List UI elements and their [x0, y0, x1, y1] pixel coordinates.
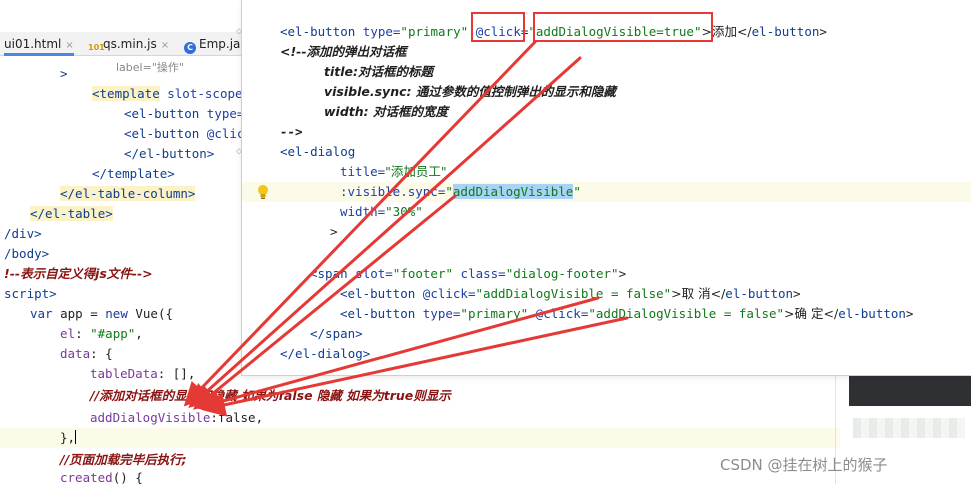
- code-line: width="30%": [340, 204, 423, 219]
- watermark: CSDN @挂在树上的猴子: [720, 456, 888, 474]
- tab-qs-min-js[interactable]: 101qs.min.js ×: [88, 32, 169, 56]
- code-line: tableData: [],: [90, 366, 196, 381]
- red-highlight-box-value: [533, 12, 713, 42]
- code-line: <el-button type=: [124, 106, 245, 121]
- js-file-icon: 101: [88, 43, 105, 52]
- code-line: label="操作": [116, 61, 184, 74]
- code-line: title:对话框的标题: [324, 64, 433, 79]
- code-line: :visible.sync="addDialogVisible": [340, 184, 581, 199]
- fold-icon[interactable]: ◇: [236, 146, 246, 158]
- code-line: title="添加员工": [340, 164, 447, 179]
- code-line: </template>: [92, 166, 175, 181]
- code-line: script>: [4, 286, 57, 301]
- code-line: data: {: [60, 346, 113, 361]
- code-line: width: 对话框的宽度: [324, 104, 449, 119]
- code-line: var app = new Vue({: [30, 306, 173, 321]
- code-line: created() {: [60, 470, 143, 484]
- code-line: !--表示自定义得js文件-->: [4, 266, 153, 281]
- tab-ui01-html[interactable]: ui01.html ×: [4, 32, 74, 56]
- code-line: >: [330, 224, 338, 239]
- code-line: >: [60, 66, 68, 81]
- fold-icon[interactable]: ◇: [236, 26, 246, 38]
- editor-tab-bar: ui01.html × 101qs.min.js × C Emp.ja: [0, 32, 250, 56]
- code-snippet-overlay: <el-button type="primary" @click="addDia…: [236, 0, 971, 376]
- code-line: </el-table-column>: [60, 186, 196, 201]
- code-line: },: [60, 430, 77, 445]
- tab-label: ui01.html: [4, 37, 62, 51]
- code-line: <el-dialog: [280, 144, 356, 159]
- code-line: -->: [280, 124, 303, 139]
- side-panel-blurred-content: [853, 418, 965, 438]
- code-line: <!--添加的弹出对话框: [280, 44, 407, 59]
- red-highlight-box-click: [471, 12, 525, 42]
- java-class-icon: C: [184, 42, 196, 54]
- code-line: addDialogVisible:false,: [90, 410, 264, 425]
- code-line: /div>: [4, 226, 42, 241]
- code-line: <el-button @clic: [124, 126, 245, 141]
- code-line: <el-button type="primary" @click="addDia…: [340, 306, 914, 321]
- code-line: //页面加载完毕后执行;: [60, 452, 187, 467]
- code-line: </el-table>: [30, 206, 113, 221]
- tab-label: Emp.ja: [199, 37, 241, 51]
- close-icon[interactable]: ×: [65, 40, 73, 51]
- code-line: </el-button>: [124, 146, 215, 161]
- close-icon[interactable]: ×: [161, 40, 169, 51]
- code-line: <span slot="footer" class="dialog-footer…: [310, 266, 627, 281]
- code-line: <el-button @click="addDialogVisible = fa…: [340, 286, 801, 301]
- side-panel-dark-block: [849, 376, 971, 406]
- code-line: </el-dialog>: [280, 346, 371, 361]
- code-line: //添加对话框的显示和隐藏 如果为false 隐藏 如果为true则显示: [90, 388, 451, 403]
- code-line: <template slot-scope: [92, 86, 243, 101]
- current-line-highlight: [0, 428, 840, 448]
- code-line: /body>: [4, 246, 50, 261]
- code-line: visible.sync: 通过参数的值控制弹出的显示和隐藏: [324, 84, 616, 99]
- lightbulb-icon[interactable]: [256, 184, 270, 200]
- tab-label: qs.min.js: [103, 37, 157, 51]
- code-line: el: "#app",: [60, 326, 143, 341]
- code-line: </span>: [310, 326, 363, 341]
- text-caret: [75, 430, 77, 444]
- tab-emp-java[interactable]: C Emp.ja: [184, 32, 240, 56]
- selected-text: addDialogVisible: [452, 184, 574, 199]
